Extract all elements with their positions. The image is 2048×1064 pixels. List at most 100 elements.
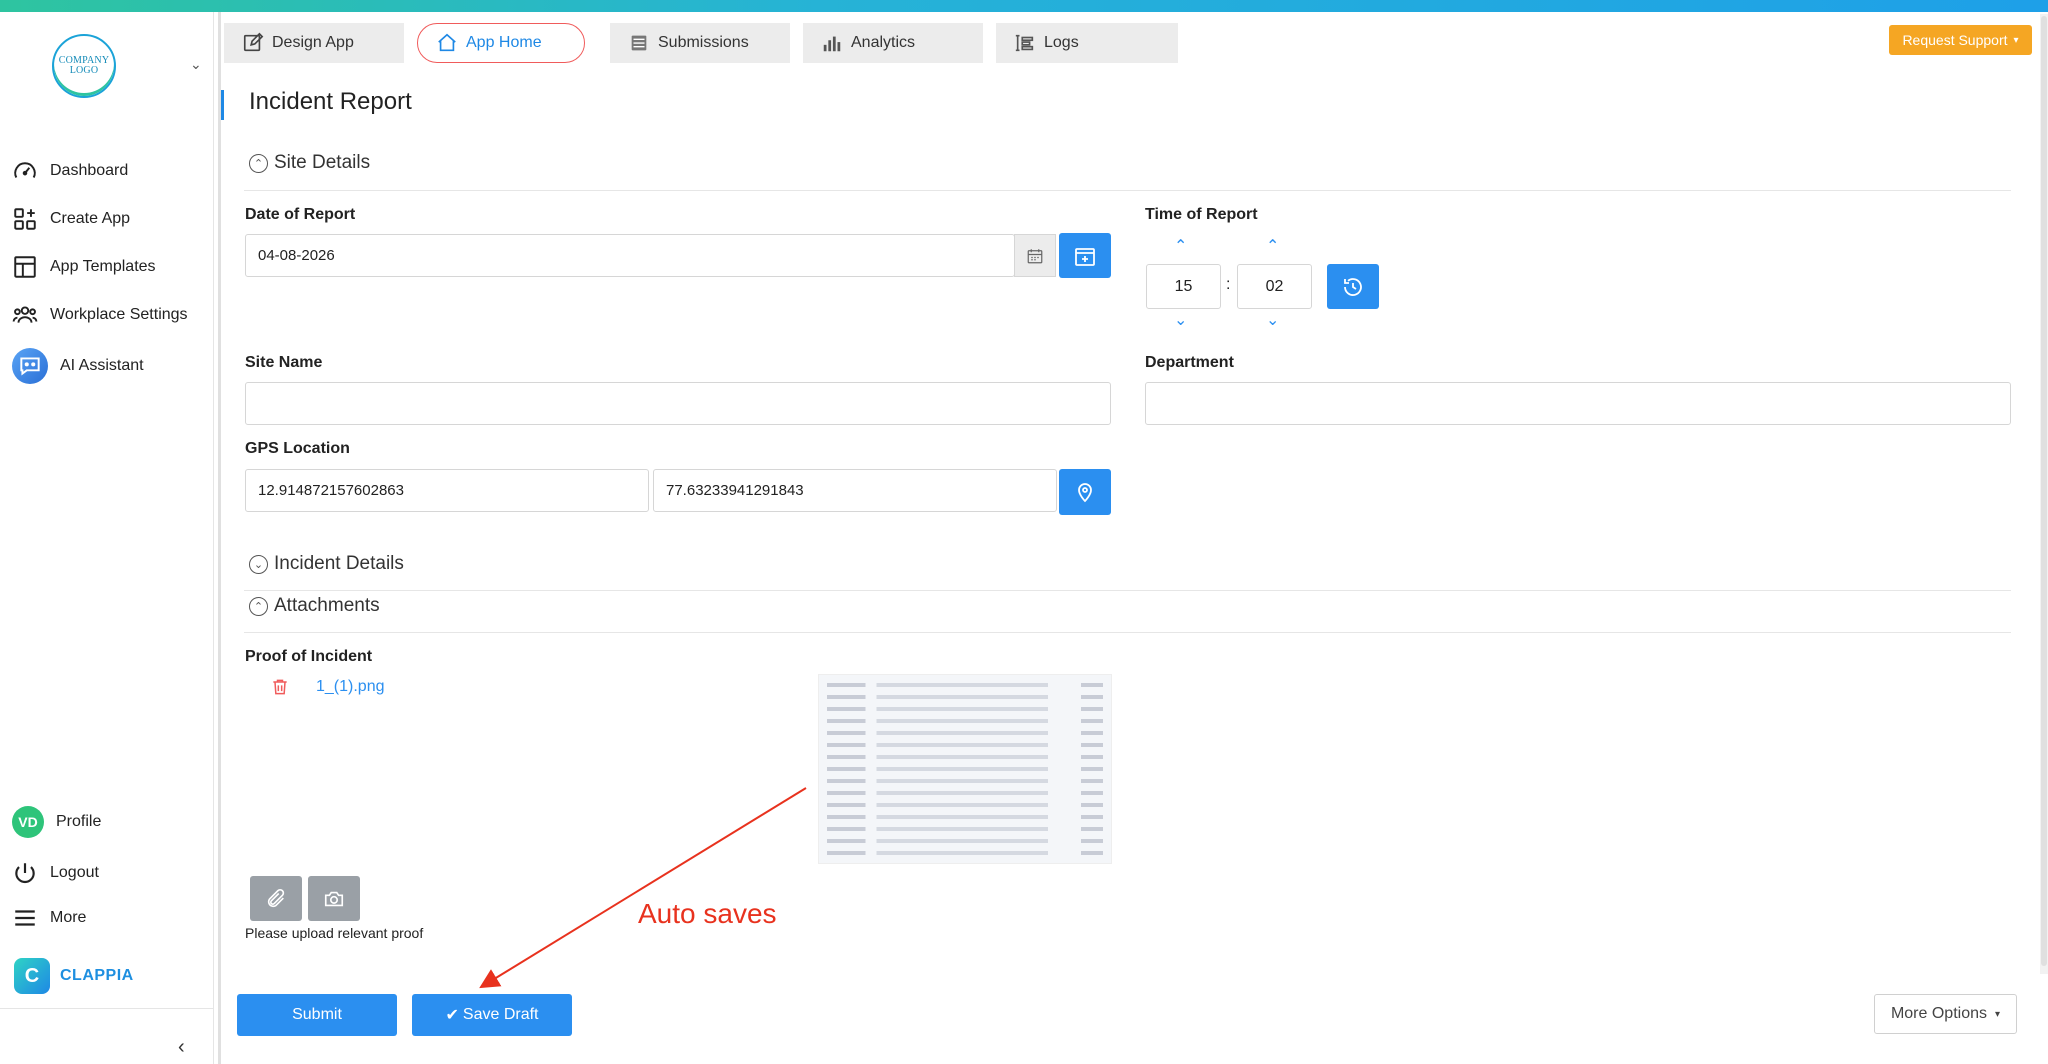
top-gradient-bar <box>0 0 2048 12</box>
sidebar-item-create-app[interactable]: Create App <box>12 205 130 233</box>
avatar: VD <box>12 806 44 838</box>
more-options-label: More Options <box>1890 1005 1987 1022</box>
hour-input[interactable]: 15 <box>1146 264 1221 309</box>
apps-plus-icon <box>14 208 36 230</box>
tab-logs[interactable]: Logs <box>996 23 1178 63</box>
delete-file-trash-icon[interactable] <box>270 676 290 703</box>
submit-button[interactable]: Submit <box>237 994 397 1036</box>
today-date-button[interactable] <box>1059 233 1111 278</box>
tab-app-home[interactable]: App Home <box>417 23 585 63</box>
camera-button[interactable] <box>308 876 360 921</box>
list-icon <box>631 35 647 51</box>
sidebar-item-label: More <box>50 909 87 926</box>
chevron-down-icon[interactable]: ⌄ <box>190 56 202 73</box>
request-support-button[interactable]: Request Support ▾ <box>1889 25 2032 55</box>
site-name-label: Site Name <box>245 354 323 371</box>
proof-label: Proof of Incident <box>245 648 373 665</box>
section-title: Attachments <box>274 595 380 616</box>
locate-button[interactable] <box>1059 469 1111 515</box>
gps-latitude-input[interactable]: 12.914872157602863 <box>245 469 649 512</box>
sidebar-item-label: Create App <box>50 210 131 227</box>
title-accent-bar <box>221 90 224 120</box>
attachment-file-link[interactable]: 1_(1).png <box>316 678 385 696</box>
sidebar-item-app-templates[interactable]: App Templates <box>12 253 156 281</box>
attach-file-button[interactable] <box>250 876 302 921</box>
sidebar-item-label: App Templates <box>50 258 156 275</box>
tab-analytics[interactable]: Analytics <box>803 23 983 63</box>
paperclip-icon <box>267 888 285 907</box>
camera-icon <box>324 891 344 906</box>
bar-chart-icon <box>823 36 841 52</box>
tab-label: App Home <box>466 34 542 51</box>
save-draft-label: Save Draft <box>462 1006 539 1023</box>
sidebar-item-profile[interactable]: VD Profile <box>12 806 102 838</box>
sidebar-divider <box>0 1008 214 1009</box>
sidebar: COMPANY LOGO ⌄ Dashboard Create App App … <box>0 12 214 1064</box>
date-label: Date of Report <box>245 206 356 223</box>
check-icon: ✔ <box>445 1007 459 1024</box>
annotation-arrow <box>479 787 807 989</box>
upload-hint: Please upload relevant proof <box>245 925 424 941</box>
tab-submissions[interactable]: Submissions <box>610 23 790 63</box>
hour-up-arrow-icon[interactable]: ⌃ <box>1174 236 1187 256</box>
department-label: Department <box>1145 354 1234 371</box>
content-divider <box>218 12 221 1064</box>
calendar-plus-icon <box>1075 247 1095 266</box>
page-title: Incident Report <box>249 88 412 115</box>
more-options-button[interactable]: More Options ▾ <box>1874 994 2017 1034</box>
chevron-up-icon: ⌃ <box>249 596 268 616</box>
tab-design-app[interactable]: Design App <box>224 23 404 63</box>
attachment-preview-image[interactable] <box>818 674 1112 864</box>
minute-input[interactable]: 02 <box>1237 264 1312 309</box>
minute-down-arrow-icon[interactable]: ⌄ <box>1266 310 1279 330</box>
scrollbar-thumb[interactable] <box>2041 16 2047 966</box>
sidebar-item-logout[interactable]: Logout <box>12 859 99 887</box>
menu-icon <box>15 910 35 926</box>
date-field[interactable]: 04-08-2026 <box>245 234 1015 277</box>
hour-down-arrow-icon[interactable]: ⌄ <box>1174 310 1187 330</box>
sidebar-item-label: Profile <box>56 813 102 830</box>
department-input[interactable] <box>1145 382 2011 425</box>
sidebar-item-label: Workplace Settings <box>50 306 188 323</box>
clappia-logo-icon: C <box>14 958 50 994</box>
calendar-icon[interactable] <box>1014 234 1056 277</box>
sidebar-item-label: AI Assistant <box>60 357 144 374</box>
location-pin-icon <box>1078 483 1092 503</box>
sidebar-item-more[interactable]: More <box>12 904 86 932</box>
minute-up-arrow-icon[interactable]: ⌃ <box>1266 236 1279 256</box>
gps-longitude-input[interactable]: 77.63233941291843 <box>653 469 1057 512</box>
section-divider <box>244 632 2011 633</box>
company-logo[interactable]: COMPANY LOGO <box>52 34 116 98</box>
section-title: Incident Details <box>274 553 404 574</box>
request-support-label: Request Support <box>1902 32 2008 48</box>
caret-down-icon: ▾ <box>2013 34 2019 46</box>
section-divider <box>244 190 2011 191</box>
tab-label: Logs <box>1044 34 1079 51</box>
collapse-sidebar-icon[interactable]: ‹ <box>178 1036 185 1059</box>
sidebar-item-label: Dashboard <box>50 162 129 179</box>
gauge-icon <box>14 162 36 178</box>
section-title: Site Details <box>274 152 371 173</box>
clock-reset-icon <box>1344 277 1362 296</box>
home-icon <box>438 33 456 52</box>
sidebar-item-workplace-settings[interactable]: Workplace Settings <box>12 301 188 329</box>
time-separator: : <box>1226 276 1231 293</box>
sidebar-item-label: Logout <box>50 864 99 881</box>
users-group-icon <box>12 306 38 323</box>
sidebar-item-dashboard[interactable]: Dashboard <box>12 157 128 185</box>
site-name-input[interactable] <box>245 382 1111 425</box>
section-incident-details[interactable]: ⌄ Incident Details <box>249 553 404 575</box>
brand-logo[interactable]: C CLAPPIA <box>14 958 134 994</box>
section-attachments[interactable]: ⌃ Attachments <box>249 595 380 617</box>
sidebar-item-ai-assistant[interactable]: AI Assistant <box>12 348 144 384</box>
annotation-text: Auto saves <box>638 898 777 929</box>
section-site-details[interactable]: ⌃ Site Details <box>249 152 370 174</box>
power-icon <box>15 863 35 884</box>
current-time-button[interactable] <box>1327 264 1379 309</box>
brand-name: CLAPPIA <box>60 967 134 984</box>
gps-label: GPS Location <box>245 440 350 457</box>
ai-chat-icon <box>12 348 48 384</box>
save-draft-button[interactable]: ✔ Save Draft <box>412 994 572 1036</box>
section-divider <box>244 590 2011 591</box>
logs-icon <box>1015 34 1034 52</box>
